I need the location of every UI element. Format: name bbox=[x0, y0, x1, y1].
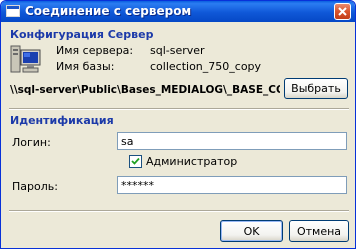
config-section-title: Конфигурация Сервер bbox=[10, 28, 154, 41]
connection-dialog: Соединение с сервером Конфигурация Серве… bbox=[0, 0, 356, 249]
admin-checkbox-label[interactable]: Администратор bbox=[146, 155, 237, 168]
window-title: Соединение с сервером bbox=[25, 4, 192, 18]
cancel-button[interactable]: Отмена bbox=[289, 220, 349, 242]
server-name-value: sql-server bbox=[150, 44, 205, 57]
checkmark-icon bbox=[131, 157, 140, 165]
database-name-label: Имя базы: bbox=[56, 60, 115, 73]
ok-button[interactable]: OK bbox=[220, 220, 283, 242]
window-icon bbox=[6, 5, 20, 17]
auth-section-title: Идентификация bbox=[10, 114, 114, 127]
password-input[interactable] bbox=[117, 176, 347, 194]
title-bar[interactable]: Соединение с сервером bbox=[1, 1, 355, 22]
close-button[interactable] bbox=[334, 3, 351, 20]
section-divider bbox=[9, 108, 349, 110]
database-name-value: collection_750_copy bbox=[150, 60, 262, 73]
close-icon bbox=[338, 7, 347, 16]
password-label: Пароль: bbox=[12, 180, 58, 193]
server-name-label: Имя сервера: bbox=[56, 44, 134, 57]
admin-checkbox[interactable] bbox=[129, 155, 142, 168]
login-input[interactable] bbox=[117, 132, 347, 150]
browse-button[interactable]: Выбрать bbox=[284, 78, 348, 99]
buttons-divider bbox=[9, 210, 349, 212]
computer-icon bbox=[10, 45, 41, 73]
login-label: Логин: bbox=[12, 136, 51, 149]
database-path: \\sql-server\Public\Bases_MEDIALOG\_BASE… bbox=[10, 84, 280, 96]
